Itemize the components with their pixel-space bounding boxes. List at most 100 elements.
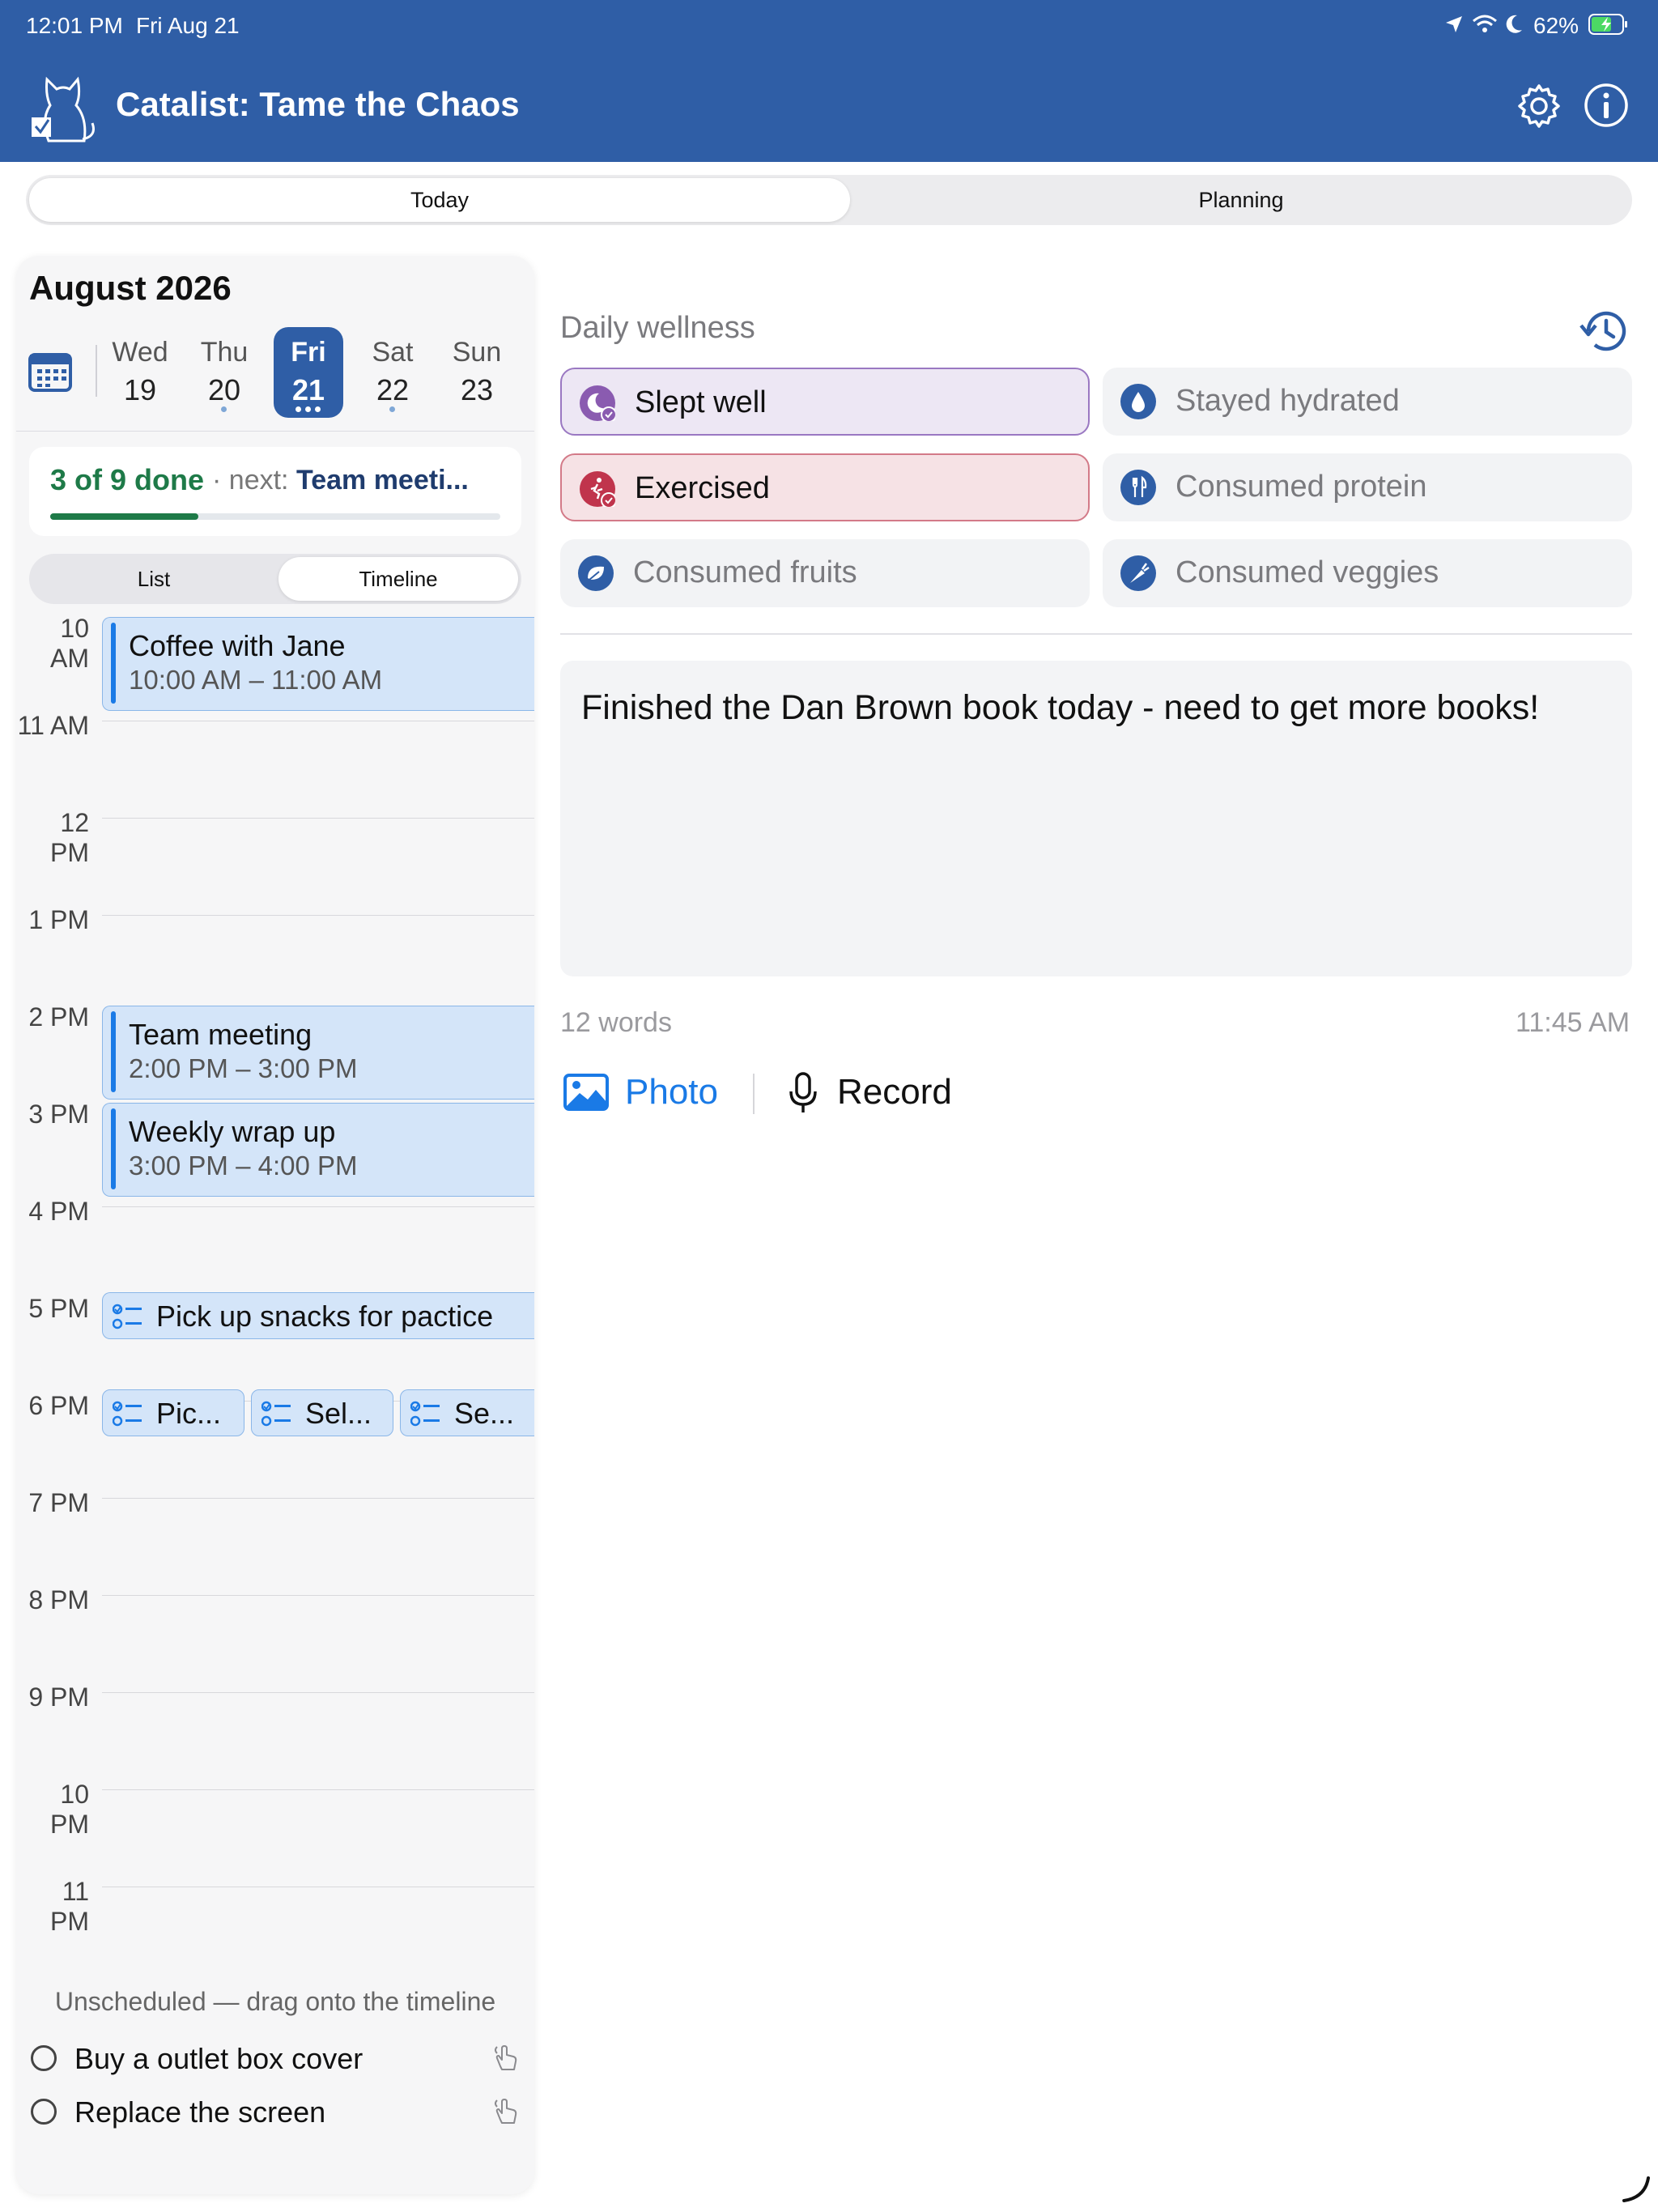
hour-line	[102, 1692, 534, 1693]
hour-line	[102, 1789, 534, 1790]
water-drop-icon	[1120, 384, 1156, 419]
next-event: · next: Team meeti...	[212, 465, 469, 496]
event-team-meeting[interactable]: Team meeting 2:00 PM – 3:00 PM	[102, 1006, 534, 1100]
task-title: Se...	[454, 1397, 515, 1430]
checklist-icon	[113, 1304, 142, 1329]
task-title: Pick up snacks for pactice	[156, 1300, 494, 1333]
day-number: 23	[460, 373, 494, 406]
day-fri-selected[interactable]: Fri 21	[274, 327, 343, 418]
event-time: 10:00 AM – 11:00 AM	[129, 665, 383, 695]
progress-bar-fill	[50, 513, 199, 520]
wellness-label: Slept well	[635, 385, 767, 419]
event-time: 2:00 PM – 3:00 PM	[129, 1053, 358, 1083]
hour-label: 3 PM	[28, 1100, 89, 1129]
photo-button[interactable]: Photo	[560, 1066, 730, 1122]
event-title: Weekly wrap up	[129, 1115, 336, 1148]
task-checkbox[interactable]	[31, 2099, 57, 2125]
day-sat[interactable]: Sat 22	[358, 327, 427, 418]
event-weekly-wrap-up[interactable]: Weekly wrap up 3:00 PM – 4:00 PM	[102, 1103, 534, 1197]
hour-line	[102, 818, 534, 819]
hour-label: 6 PM	[28, 1391, 89, 1420]
unscheduled-task: Replace the screen	[74, 2095, 326, 2129]
progress-card[interactable]: 3 of 9 done · next: Team meeti...	[29, 447, 521, 536]
wifi-icon	[1472, 15, 1498, 38]
checklist-icon	[410, 1401, 440, 1427]
wellness-consumed-fruits[interactable]: Consumed fruits	[560, 539, 1090, 607]
status-time: 12:01 PM	[26, 13, 123, 38]
view-segmented-control: Today Planning	[26, 175, 1632, 225]
microphone-icon	[789, 1072, 817, 1112]
tab-today[interactable]: Today	[29, 188, 850, 213]
action-divider	[753, 1074, 755, 1114]
toggle-timeline[interactable]: Timeline	[278, 567, 518, 592]
calendar-button[interactable]	[28, 350, 73, 398]
wellness-slept-well[interactable]: Slept well	[560, 368, 1090, 436]
calendar-divider	[96, 345, 97, 397]
task-checkbox[interactable]	[31, 2045, 57, 2071]
hour-label: 10 AM	[50, 614, 89, 673]
toggle-list[interactable]: List	[32, 567, 275, 592]
drag-handle-icon[interactable]	[489, 2042, 521, 2078]
photo-icon	[563, 1074, 609, 1111]
wellness-label: Consumed veggies	[1175, 555, 1439, 589]
wellness-exercised[interactable]: Exercised	[560, 453, 1090, 521]
day-thu[interactable]: Thu 20	[189, 327, 259, 418]
wellness-label: Exercised	[635, 471, 770, 505]
tab-planning[interactable]: Planning	[853, 188, 1629, 213]
unscheduled-heading: Unscheduled — drag onto the timeline	[54, 1987, 496, 2016]
day-wed[interactable]: Wed 19	[105, 327, 175, 418]
hour-label: 9 PM	[28, 1682, 89, 1712]
drag-handle-icon[interactable]	[489, 2095, 521, 2132]
task-chip[interactable]: Pic...	[102, 1389, 244, 1436]
task-title: Pic...	[156, 1397, 222, 1430]
journal-text: Finished the Dan Brown book today - need…	[581, 688, 1540, 727]
wellness-title: Daily wellness	[560, 311, 755, 345]
event-title: Team meeting	[129, 1018, 312, 1051]
event-stripe	[111, 623, 116, 704]
hour-line	[102, 1498, 534, 1499]
list-timeline-toggle: List Timeline	[29, 554, 521, 604]
day-panel: August 2026 Wed 19 Thu 20 Fri 21 Sat 22 …	[16, 256, 534, 2194]
task-chip[interactable]: Se...	[400, 1389, 534, 1436]
calendar-icon	[28, 353, 72, 392]
hour-line	[102, 915, 534, 916]
gear-icon	[1518, 84, 1560, 128]
task-chip[interactable]: Sel...	[251, 1389, 393, 1436]
wellness-stayed-hydrated[interactable]: Stayed hydrated	[1103, 368, 1632, 436]
unscheduled-task: Buy a outlet box cover	[74, 2042, 363, 2075]
history-icon	[1579, 311, 1626, 351]
wellness-consumed-veggies[interactable]: Consumed veggies	[1103, 539, 1632, 607]
hour-label: 12 PM	[50, 808, 89, 867]
history-button[interactable]	[1579, 308, 1629, 359]
info-button[interactable]	[1584, 83, 1629, 132]
saved-time: 11:45 AM	[1516, 1007, 1630, 1038]
event-coffee-with-jane[interactable]: Coffee with Jane 10:00 AM – 11:00 AM	[102, 617, 534, 711]
event-title: Coffee with Jane	[129, 629, 346, 662]
hour-line	[102, 1206, 534, 1207]
resize-corner-icon[interactable]	[1622, 2175, 1652, 2206]
week-divider	[16, 431, 534, 432]
record-button[interactable]: Record	[787, 1066, 965, 1122]
journal-entry[interactable]: Finished the Dan Brown book today - need…	[560, 661, 1632, 976]
moon-icon	[580, 385, 617, 423]
record-label: Record	[837, 1072, 952, 1112]
event-dot	[315, 406, 321, 412]
settings-button[interactable]	[1516, 83, 1562, 134]
moon-status-icon	[1504, 14, 1524, 39]
wellness-consumed-protein[interactable]: Consumed protein	[1103, 453, 1632, 521]
day-sun[interactable]: Sun 23	[442, 327, 512, 418]
next-value: Team meeti...	[295, 465, 469, 496]
day-name: Thu	[200, 337, 249, 368]
leaf-icon	[578, 555, 614, 591]
event-dot	[295, 406, 301, 412]
info-icon	[1584, 83, 1628, 127]
task-pick-up-snacks[interactable]: Pick up snacks for pactice	[102, 1292, 534, 1339]
event-dot	[389, 406, 395, 412]
hour-label: 11 PM	[50, 1877, 89, 1936]
progress-bar	[50, 513, 500, 520]
day-name: Fri	[291, 337, 326, 368]
task-title: Sel...	[305, 1397, 372, 1430]
wellness-label: Stayed hydrated	[1175, 384, 1400, 418]
day-number: 21	[291, 373, 325, 406]
carrot-icon	[1120, 555, 1156, 591]
